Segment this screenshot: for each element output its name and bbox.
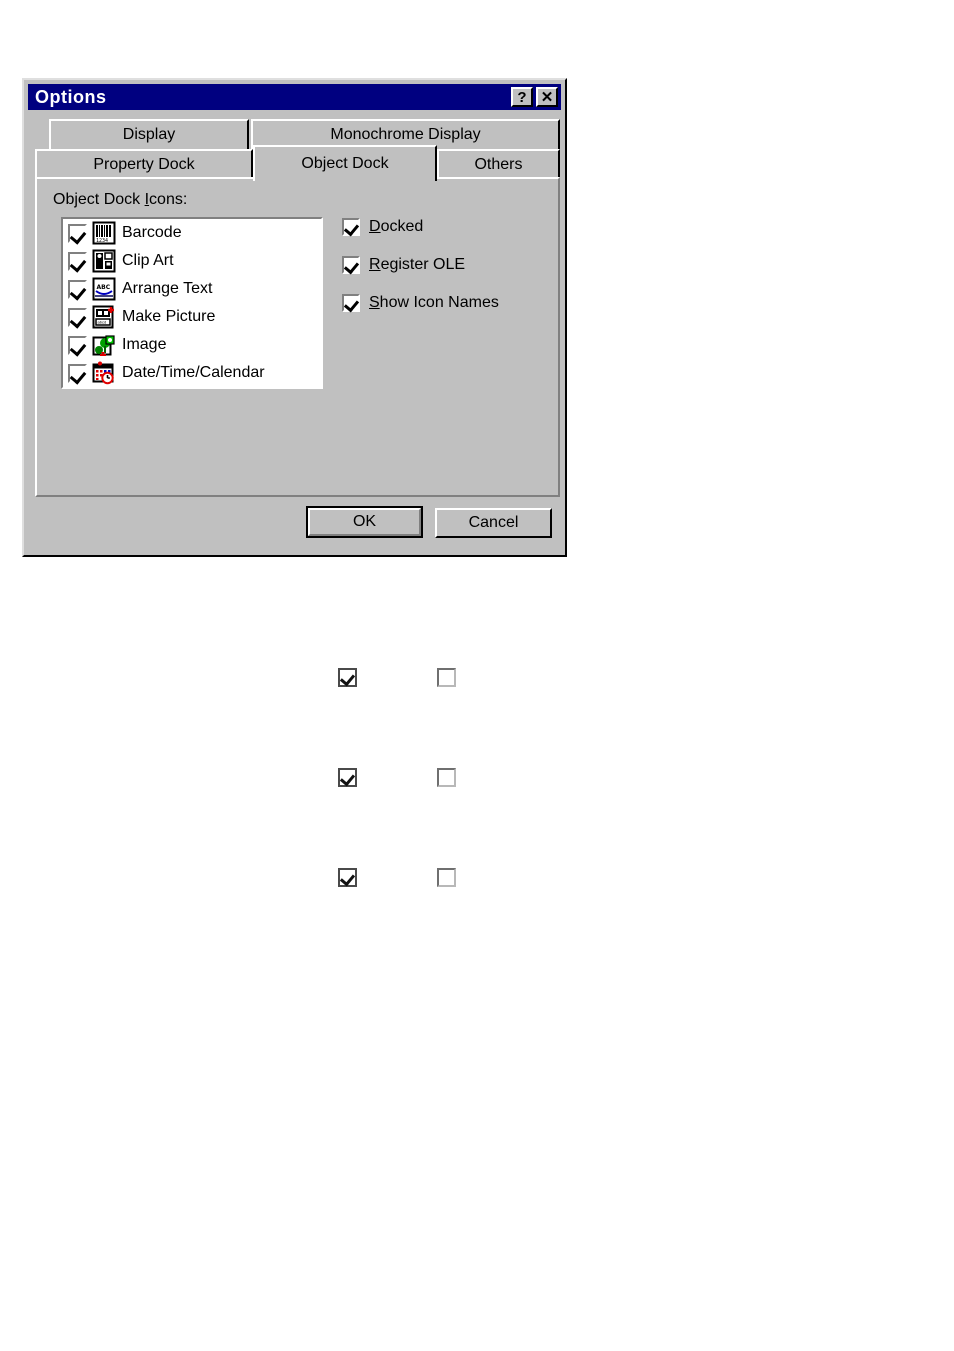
dialog-inner-frame: Options ? ✕ Display Monochrome Display P… (24, 80, 565, 555)
dock-options-group: Docked Register OLE Show Icon Names (342, 217, 542, 331)
barcode-icon: 1234 (92, 221, 116, 245)
svg-text:ABC: ABC (97, 284, 111, 291)
titlebar-button-group: ? ✕ (511, 87, 558, 107)
list-item[interactable]: Clip Art (63, 247, 321, 275)
list-item-checkbox[interactable] (68, 363, 87, 383)
show-icon-names-label: Show Icon Names (369, 294, 499, 312)
show-icon-names-accel: S (369, 294, 380, 311)
tab-property-dock[interactable]: Property Dock (35, 149, 253, 179)
list-item-checkbox[interactable] (68, 307, 87, 327)
unchecked-checkbox-sample[interactable] (437, 668, 456, 687)
close-icon[interactable]: ✕ (536, 87, 558, 107)
checked-checkbox-sample[interactable] (338, 768, 357, 787)
docked-label: Docked (369, 218, 423, 236)
list-item-label: Date/Time/Calendar (122, 364, 265, 381)
tab-page-object-dock: Object Dock Icons: 1234 Barcode Clip Art… (35, 177, 560, 497)
unchecked-checkbox-sample[interactable] (437, 868, 456, 887)
ok-button[interactable]: OK (308, 508, 421, 536)
list-item-checkbox[interactable] (68, 251, 87, 271)
svg-text:abcd: abcd (98, 320, 107, 325)
list-item-label: Arrange Text (122, 280, 213, 297)
option-show-icon-names[interactable]: Show Icon Names (342, 293, 542, 313)
help-icon[interactable]: ? (511, 87, 533, 107)
docked-checkbox[interactable] (342, 218, 360, 236)
option-register-ole[interactable]: Register OLE (342, 255, 542, 275)
tab-others[interactable]: Others (437, 149, 560, 179)
docked-rest: ocked (380, 218, 424, 235)
option-docked[interactable]: Docked (342, 217, 542, 237)
tab-object-dock[interactable]: Object Dock (253, 145, 437, 181)
checkbox-pair-row (0, 868, 954, 890)
list-item-checkbox[interactable] (68, 335, 87, 355)
object-dock-icons-listbox[interactable]: 1234 Barcode Clip Art ABC Arrange Text a… (61, 217, 323, 389)
checked-checkbox-sample[interactable] (338, 868, 357, 887)
arrange-text-icon: ABC (92, 277, 116, 301)
label-part-pre: Object Dock (53, 191, 145, 208)
register-ole-rest: egister OLE (380, 256, 466, 273)
tab-strip: Display Monochrome Display Property Dock… (35, 119, 560, 181)
list-item[interactable]: Image (63, 331, 321, 359)
checked-checkbox-sample[interactable] (338, 668, 357, 687)
show-icon-names-rest: how Icon Names (379, 294, 499, 311)
dialog-titlebar[interactable]: Options ? ✕ (28, 84, 561, 110)
list-item-label: Clip Art (122, 252, 174, 269)
list-item-label: Make Picture (122, 308, 216, 325)
list-item-checkbox[interactable] (68, 279, 87, 299)
show-icon-names-checkbox[interactable] (342, 294, 360, 312)
cancel-button[interactable]: Cancel (435, 508, 552, 538)
checkbox-pair-row (0, 768, 954, 790)
checkbox-pair-row (0, 668, 954, 690)
image-icon (92, 335, 115, 356)
object-dock-icons-label: Object Dock Icons: (53, 191, 187, 209)
docked-accel: D (369, 218, 381, 235)
list-item[interactable]: abcd Make Picture (63, 303, 321, 331)
tab-display[interactable]: Display (49, 119, 249, 149)
date-time-calendar-icon (92, 361, 114, 385)
svg-text:1234: 1234 (96, 238, 108, 244)
register-ole-accel: R (369, 256, 381, 273)
list-item[interactable]: 1234 Barcode (63, 219, 321, 247)
make-picture-icon: abcd (92, 305, 114, 329)
dialog-title: Options (35, 86, 107, 107)
unchecked-checkbox-sample[interactable] (437, 768, 456, 787)
list-item-label: Image (122, 336, 167, 353)
list-item-checkbox[interactable] (68, 223, 87, 243)
register-ole-label: Register OLE (369, 256, 465, 274)
list-item[interactable]: Date/Time/Calendar (63, 359, 321, 387)
clip-art-icon (92, 249, 116, 273)
register-ole-checkbox[interactable] (342, 256, 360, 274)
list-item[interactable]: ABC Arrange Text (63, 275, 321, 303)
label-part-post: cons: (149, 191, 188, 208)
options-dialog: Options ? ✕ Display Monochrome Display P… (22, 78, 567, 557)
ok-button-default-frame: OK (306, 506, 423, 538)
list-item-label: Barcode (122, 224, 182, 241)
